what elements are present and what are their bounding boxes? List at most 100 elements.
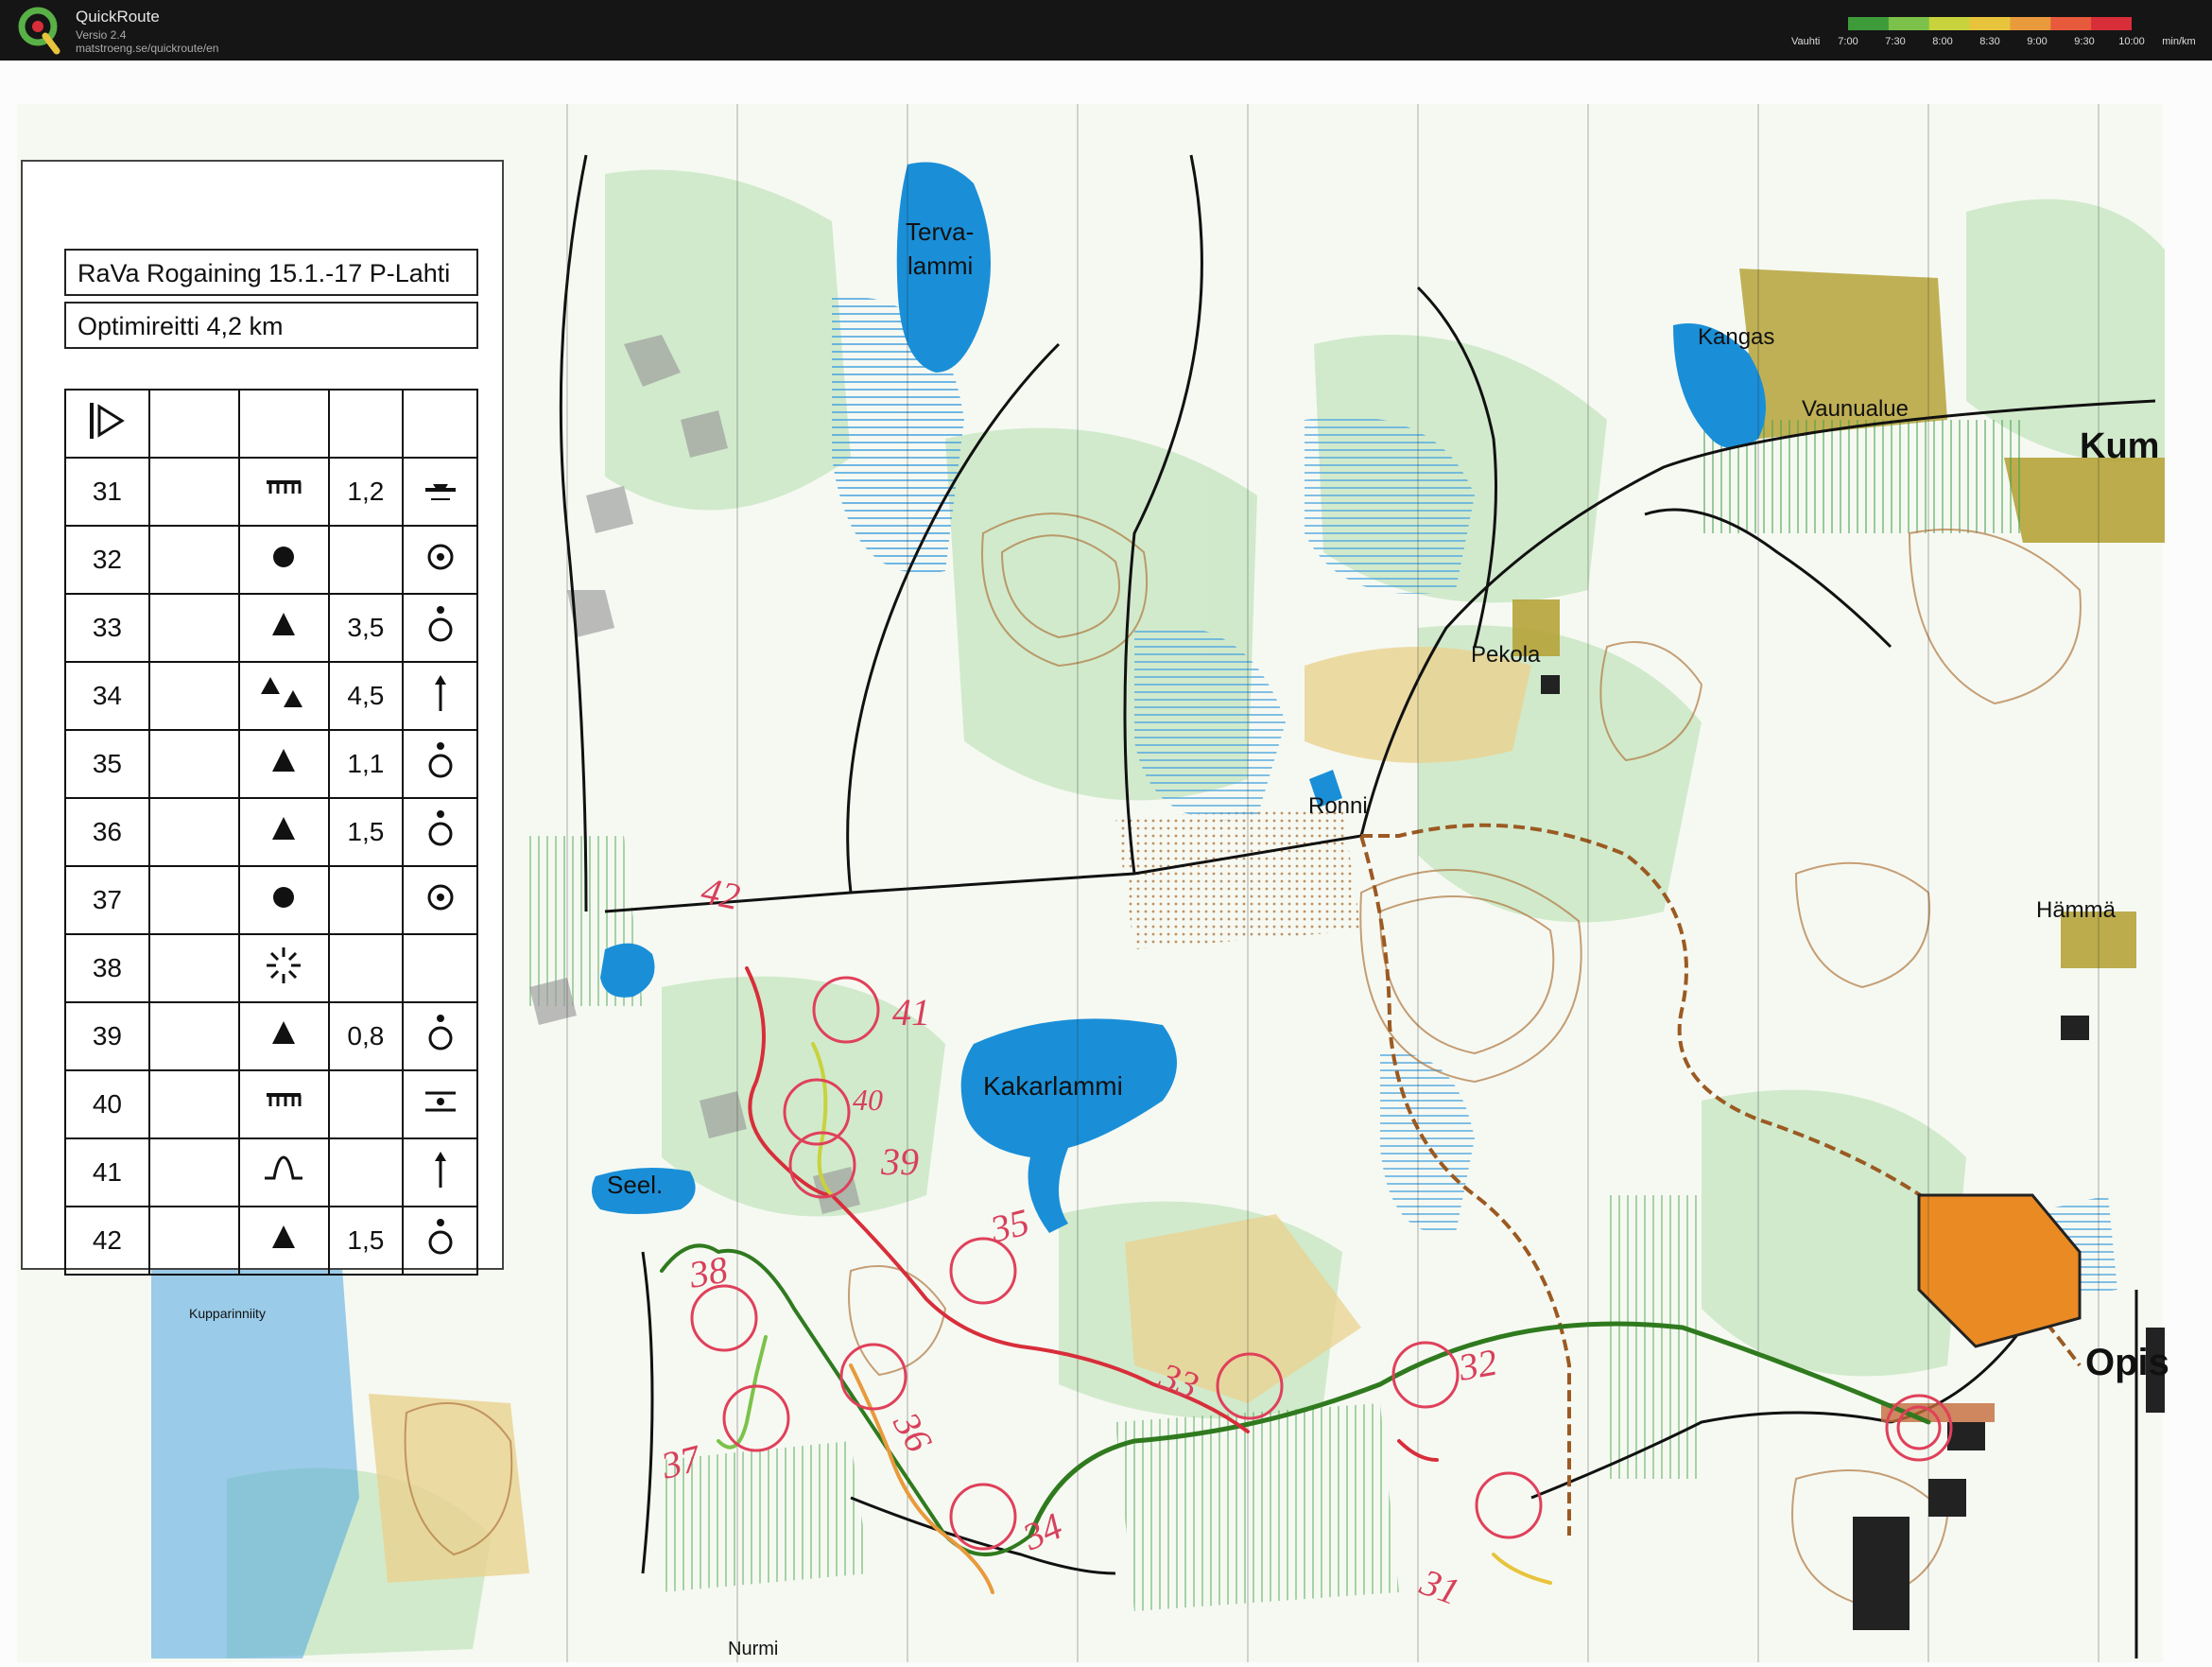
side-icon [428, 809, 453, 845]
label-kakarlammi: Kakarlammi [983, 1071, 1123, 1101]
control-code-cell: 38 [64, 933, 150, 1003]
control-code-cell: 31 [64, 457, 150, 527]
description-row: 34 4,5 [64, 661, 478, 731]
location-detail-cell [402, 525, 478, 595]
control-number-41: 41 [892, 991, 930, 1033]
app-version: Versio 2.4 [76, 28, 127, 42]
which-feature-cell [147, 525, 240, 595]
control-number-32: 32 [1455, 1341, 1500, 1389]
header-cell-b [147, 389, 240, 459]
boulder-icon [272, 1224, 296, 1248]
label-ronni: Ronni [1308, 793, 1368, 819]
app-url: matstroeng.se/quickroute/en [76, 42, 219, 55]
feature-symbol-cell [237, 933, 330, 1003]
pace-color-segment [1888, 17, 1930, 30]
feature-symbol-cell [237, 457, 330, 527]
pace-tick: 8:00 [1932, 36, 1953, 47]
boulder-icon [272, 816, 296, 840]
pace-tick: 8:30 [1979, 36, 2000, 47]
feature-symbol-cell [237, 1137, 330, 1207]
feature-symbol-cell [237, 797, 330, 867]
label-terva: Terva- [906, 217, 974, 246]
description-row: 31 1,2 [64, 457, 478, 527]
app-title: QuickRoute [76, 8, 160, 26]
which-feature-cell [147, 1137, 240, 1207]
description-row: 39 0,8 [64, 1001, 478, 1071]
pace-tick: 7:00 [1838, 36, 1858, 47]
knoll-dot-icon [273, 546, 295, 567]
boulder-icon [272, 612, 296, 635]
control-number-40: 40 [853, 1083, 883, 1117]
control-code-cell: 36 [64, 797, 150, 867]
pace-color-segment [2091, 17, 2132, 30]
location-detail-cell [402, 1206, 478, 1276]
orienteering-map[interactable]: Terva- lammi Kangas Vaunualue Kum Pekola… [0, 61, 2212, 1667]
pace-color-segment [1848, 17, 1890, 30]
pace-color-segment [1928, 17, 1971, 30]
location-detail-cell [402, 1069, 478, 1139]
dimension-cell [327, 1069, 405, 1139]
dimension-cell: 1,2 [327, 457, 405, 527]
pace-color-segment [2010, 17, 2051, 30]
location-detail-cell [402, 865, 478, 935]
which-feature-cell [147, 1206, 240, 1276]
boulder-icon [272, 748, 296, 772]
dimension-cell: 4,5 [327, 661, 405, 731]
centre-icon [427, 544, 454, 569]
pace-tick: 7:30 [1885, 36, 1906, 47]
dimension-cell [327, 1137, 405, 1207]
feature-symbol-cell [237, 525, 330, 595]
pace-label: Vauhti [1791, 36, 1821, 47]
location-detail-cell [402, 797, 478, 867]
label-seel: Seel. [607, 1171, 663, 1199]
side-icon [428, 741, 453, 777]
location-detail-cell [402, 933, 478, 1003]
control-code-cell: 33 [64, 593, 150, 663]
control-number-38: 38 [685, 1248, 731, 1296]
which-feature-cell [147, 865, 240, 935]
label-kangas: Kangas [1698, 324, 1774, 350]
north-arrow-icon [434, 674, 446, 711]
control-code-cell: 32 [64, 525, 150, 595]
north-arrow-icon [434, 1151, 446, 1188]
control-code-cell: 41 [64, 1137, 150, 1207]
foot-of-icon [424, 483, 456, 500]
header-cell-d [327, 389, 405, 459]
description-row [64, 389, 478, 459]
label-vaunualue: Vaunualue [1802, 396, 1909, 422]
feature-symbol-cell [237, 865, 330, 935]
start-triangle-icon [90, 402, 126, 439]
side-icon [428, 605, 453, 641]
feature-symbol-cell [237, 593, 330, 663]
boulder-icon [272, 1020, 296, 1044]
dimension-cell: 1,1 [327, 729, 405, 799]
control-code-cell: 34 [64, 661, 150, 731]
description-row: 35 1,1 [64, 729, 478, 799]
label-opis: Opis [2085, 1342, 2169, 1383]
header-cell-e [402, 389, 478, 459]
control-description-sheet: RaVa Rogaining 15.1.-17 P-Lahti Optimire… [21, 160, 504, 1276]
boulder-group-icon [261, 676, 303, 707]
description-row: 40 [64, 1069, 478, 1139]
dimension-cell [327, 525, 405, 595]
description-row: 32 [64, 525, 478, 595]
dimension-cell [327, 865, 405, 935]
which-feature-cell [147, 933, 240, 1003]
control-number-39: 39 [880, 1140, 919, 1183]
pace-tick: 10:00 [2118, 36, 2145, 47]
quickroute-logo-icon [18, 7, 60, 55]
description-row: 33 3,5 [64, 593, 478, 663]
dimension-cell: 3,5 [327, 593, 405, 663]
control-code-cell: 39 [64, 1001, 150, 1071]
event-title: RaVa Rogaining 15.1.-17 P-Lahti [64, 249, 478, 296]
label-pekola: Pekola [1471, 642, 1541, 668]
label-kum: Kum [2080, 426, 2159, 466]
which-feature-cell [147, 729, 240, 799]
centre-icon [427, 884, 454, 910]
feature-symbol-cell [237, 1069, 330, 1139]
control-description-grid: 31 1,2 32 33 3,5 34 4,5 35 1,1 36 1,5 37 38 39 0,8 40 41… [64, 389, 478, 1276]
description-row: 36 1,5 [64, 797, 478, 867]
header-start-cell [64, 389, 150, 459]
special-feature-icon [267, 946, 302, 983]
pace-unit: min/km [2162, 36, 2196, 47]
